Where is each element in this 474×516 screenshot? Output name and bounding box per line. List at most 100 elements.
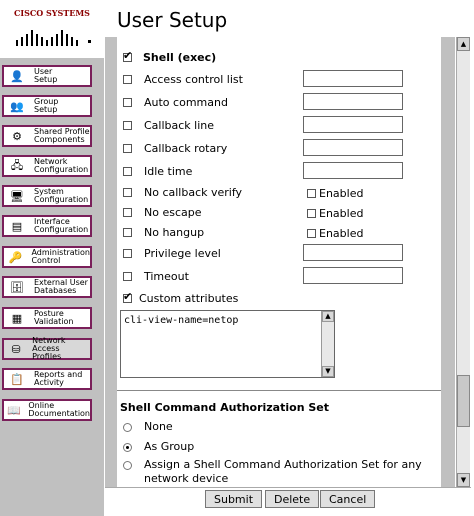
- shell-option-row: No callback verify: [123, 186, 242, 199]
- nav-item-user[interactable]: 👤 User Setup: [2, 65, 92, 87]
- enabled-checkbox[interactable]: [307, 189, 316, 198]
- authorization-heading: Shell Command Authorization Set: [120, 401, 329, 414]
- shell-option-input[interactable]: [303, 139, 403, 156]
- shell-option-label: Auto command: [144, 96, 228, 109]
- enabled-label: Enabled: [319, 207, 364, 220]
- enabled-checkbox[interactable]: [307, 229, 316, 238]
- content-frame-left: [105, 37, 117, 487]
- custom-attributes-checkbox[interactable]: [123, 291, 132, 303]
- group-icon: 👥: [10, 99, 24, 113]
- shell-option-checkbox[interactable]: [123, 249, 132, 258]
- nav-item-system[interactable]: 🖥 System Configuration: [2, 185, 92, 207]
- page-title: User Setup: [117, 8, 228, 32]
- nav-item-database[interactable]: 🗄 External User Databases: [2, 276, 92, 298]
- authorization-radio[interactable]: [123, 443, 132, 452]
- authorization-option-label: None: [144, 420, 173, 433]
- shell-option-row: Idle time: [123, 165, 192, 178]
- custom-attributes-value: cli-view-name=netop: [124, 315, 239, 326]
- nav-item-shared-profile[interactable]: ⚙ Shared Profile Components: [2, 125, 92, 147]
- nav-item-docs[interactable]: 📖 Online Documentation: [2, 399, 92, 421]
- shell-exec-checkbox[interactable]: [123, 50, 132, 62]
- nav-item-label: Online Documentation: [28, 401, 90, 418]
- enabled-label: Enabled: [319, 187, 364, 200]
- shell-option-row: No hangup: [123, 226, 204, 239]
- shell-option-checkbox[interactable]: [123, 144, 132, 153]
- scroll-up-icon[interactable]: ▲: [322, 311, 334, 322]
- shell-option-checkbox[interactable]: [123, 167, 132, 176]
- shell-option-checkbox[interactable]: [123, 228, 132, 237]
- posture-icon: ▦: [11, 311, 23, 325]
- shell-option-label: Timeout: [144, 270, 189, 283]
- admin-icon: 🔑: [8, 250, 23, 264]
- shell-option-label: Privilege level: [144, 247, 221, 260]
- shared-profile-icon: ⚙: [12, 129, 22, 143]
- docs-icon: 📖: [7, 403, 22, 417]
- delete-button[interactable]: Delete: [265, 490, 320, 508]
- enabled-option: Enabled: [307, 187, 363, 200]
- shell-option-row: Auto command: [123, 96, 228, 109]
- authorization-radio[interactable]: [123, 461, 132, 470]
- nav-item-label: Reports and Activity: [34, 370, 83, 387]
- custom-attributes-label: Custom attributes: [139, 292, 239, 305]
- shell-option-input[interactable]: [303, 93, 403, 110]
- nav-item-reports[interactable]: 📋 Reports and Activity: [2, 368, 92, 390]
- nav-item-interface[interactable]: ▤ Interface Configuration: [2, 215, 92, 237]
- shell-option-checkbox[interactable]: [123, 75, 132, 84]
- textarea-scrollbar[interactable]: ▲ ▼: [321, 311, 334, 377]
- nav-item-label: Administration Control: [31, 248, 90, 265]
- enabled-checkbox[interactable]: [307, 209, 316, 218]
- nav-item-admin[interactable]: 🔑 Administration Control: [2, 246, 92, 268]
- shell-option-input[interactable]: [303, 70, 403, 87]
- main-scrollbar[interactable]: ▲ ▼: [456, 37, 470, 487]
- access-profile-icon: ⛁: [11, 342, 21, 356]
- shell-option-checkbox[interactable]: [123, 98, 132, 107]
- nav-item-label: Posture Validation: [34, 309, 74, 326]
- shell-option-row: Privilege level: [123, 247, 221, 260]
- nav-item-label: Network Configuration: [34, 157, 89, 174]
- shell-option-input[interactable]: [303, 267, 403, 284]
- submit-button[interactable]: Submit: [205, 490, 263, 508]
- enabled-option: Enabled: [307, 227, 363, 240]
- custom-attributes-textarea[interactable]: cli-view-name=netop ▲ ▼: [120, 310, 335, 378]
- custom-attributes-row: Custom attributes: [123, 291, 239, 305]
- nav-item-group[interactable]: 👥 Group Setup: [2, 95, 92, 117]
- authorization-option: None: [123, 420, 434, 434]
- shell-option-checkbox[interactable]: [123, 188, 132, 197]
- user-icon: 👤: [10, 69, 24, 83]
- shell-option-input[interactable]: [303, 116, 403, 133]
- scrollbar-thumb[interactable]: [457, 375, 470, 427]
- shell-option-row: Timeout: [123, 270, 189, 283]
- left-navigation: Cisco Systems 👤 User Setup 👥 Group Setup ⚙ Sh…: [0, 0, 104, 516]
- scroll-down-icon[interactable]: ▼: [322, 366, 334, 377]
- shell-option-input[interactable]: [303, 162, 403, 179]
- nav-item-label: Shared Profile Components: [34, 127, 90, 144]
- scroll-down-icon[interactable]: ▼: [457, 473, 470, 487]
- cancel-button[interactable]: Cancel: [320, 490, 376, 508]
- enabled-option: Enabled: [307, 207, 363, 220]
- shell-option-row: Callback line: [123, 119, 214, 132]
- scroll-up-icon[interactable]: ▲: [457, 37, 470, 51]
- shell-exec-label: Shell (exec): [143, 51, 217, 64]
- logo-bars: [16, 26, 86, 46]
- shell-exec-row: Shell (exec): [123, 50, 217, 64]
- shell-option-checkbox[interactable]: [123, 272, 132, 281]
- shell-option-checkbox[interactable]: [123, 121, 132, 130]
- shell-option-label: No escape: [144, 206, 202, 219]
- shell-option-checkbox[interactable]: [123, 208, 132, 217]
- reports-icon: 📋: [10, 372, 24, 386]
- shell-option-label: Access control list: [144, 73, 243, 86]
- system-icon: 🖥: [10, 189, 24, 203]
- nav-item-network[interactable]: 🖧 Network Configuration: [2, 155, 92, 177]
- cisco-logo: Cisco Systems: [14, 8, 94, 48]
- nav-item-posture[interactable]: ▦ Posture Validation: [2, 307, 92, 329]
- authorization-option: As Group: [123, 440, 434, 454]
- shell-option-label: Callback line: [144, 119, 215, 132]
- interface-icon: ▤: [11, 219, 23, 233]
- nav-item-access-profile[interactable]: ⛁ Network Access Profiles: [2, 337, 92, 361]
- enabled-label: Enabled: [319, 227, 364, 240]
- shell-option-input[interactable]: [303, 244, 403, 261]
- authorization-radio[interactable]: [123, 423, 132, 432]
- nav-item-label: Group Setup: [34, 97, 59, 114]
- nav-item-label: User Setup: [34, 67, 58, 84]
- content-frame-right: [441, 37, 455, 487]
